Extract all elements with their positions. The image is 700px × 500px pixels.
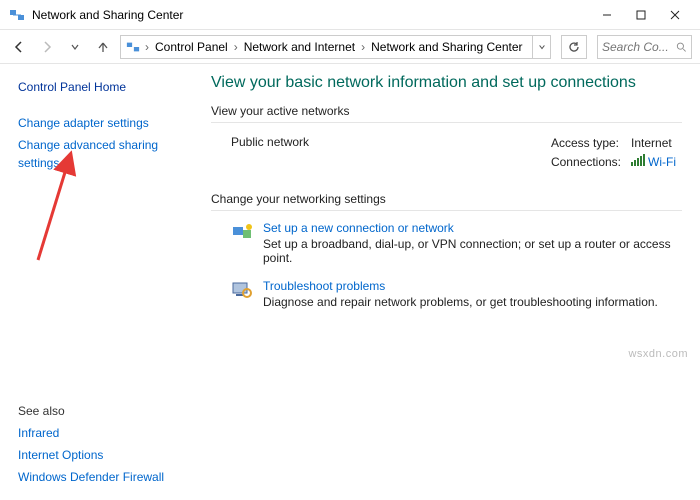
access-type-label: Access type: [547, 135, 625, 151]
active-networks-heading: View your active networks [211, 104, 682, 123]
content: Control Panel Home Change adapter settin… [0, 64, 700, 500]
wifi-signal-icon [631, 154, 645, 166]
connections-link[interactable]: Wi-Fi [627, 153, 680, 170]
setup-connection-link[interactable]: Set up a new connection or network [263, 221, 682, 235]
breadcrumb-item[interactable]: Network and Internet [242, 40, 357, 54]
recent-locations-dropdown[interactable] [64, 36, 86, 58]
watermark: wsxdn.com [628, 348, 688, 360]
breadcrumb-item[interactable]: Network and Sharing Center [369, 40, 524, 54]
window-controls [590, 3, 692, 27]
setup-connection-desc: Set up a broadband, dial-up, or VPN conn… [263, 237, 682, 265]
troubleshoot-icon [231, 279, 253, 301]
minimize-button[interactable] [590, 3, 624, 27]
search-icon [676, 41, 687, 53]
chevron-right-icon[interactable]: › [143, 40, 151, 54]
network-center-icon [8, 6, 26, 24]
network-details: Access type: Internet Connections: Wi-Fi [545, 133, 682, 172]
back-button[interactable] [8, 36, 30, 58]
see-also-infrared[interactable]: Infrared [18, 424, 177, 442]
breadcrumb[interactable]: › Control Panel › Network and Internet ›… [120, 35, 533, 59]
see-also-heading: See also [18, 404, 177, 418]
setup-connection-item[interactable]: Set up a new connection or network Set u… [211, 221, 682, 265]
access-type-value: Internet [627, 135, 680, 151]
chevron-right-icon[interactable]: › [359, 40, 367, 54]
up-button[interactable] [92, 36, 114, 58]
network-name: Public network [231, 133, 309, 149]
main-panel: View your basic network information and … [185, 64, 700, 500]
page-title: View your basic network information and … [211, 74, 682, 92]
control-panel-home-link[interactable]: Control Panel Home [18, 78, 177, 96]
network-center-icon [125, 39, 141, 55]
search-box[interactable] [597, 35, 692, 59]
address-dropdown[interactable] [533, 35, 551, 59]
change-adapter-settings-link[interactable]: Change adapter settings [18, 114, 177, 132]
change-advanced-sharing-link[interactable]: Change advanced sharing settings [18, 136, 177, 172]
setup-connection-icon [231, 221, 253, 243]
troubleshoot-desc: Diagnose and repair network problems, or… [263, 295, 658, 309]
close-button[interactable] [658, 3, 692, 27]
change-settings-heading: Change your networking settings [211, 192, 682, 211]
refresh-button[interactable] [561, 35, 587, 59]
see-also-firewall[interactable]: Windows Defender Firewall [18, 468, 177, 486]
active-network-row: Public network Access type: Internet Con… [211, 133, 682, 172]
connections-label: Connections: [547, 153, 625, 170]
sidebar: Control Panel Home Change adapter settin… [0, 64, 185, 500]
troubleshoot-item[interactable]: Troubleshoot problems Diagnose and repai… [211, 279, 682, 309]
search-input[interactable] [602, 40, 676, 54]
see-also-internet-options[interactable]: Internet Options [18, 446, 177, 464]
nav-row: › Control Panel › Network and Internet ›… [0, 30, 700, 64]
window-title: Network and Sharing Center [32, 8, 590, 22]
breadcrumb-item[interactable]: Control Panel [153, 40, 230, 54]
connection-name: Wi-Fi [648, 155, 676, 169]
forward-button[interactable] [36, 36, 58, 58]
chevron-right-icon[interactable]: › [232, 40, 240, 54]
maximize-button[interactable] [624, 3, 658, 27]
titlebar: Network and Sharing Center [0, 0, 700, 30]
troubleshoot-link[interactable]: Troubleshoot problems [263, 279, 658, 293]
